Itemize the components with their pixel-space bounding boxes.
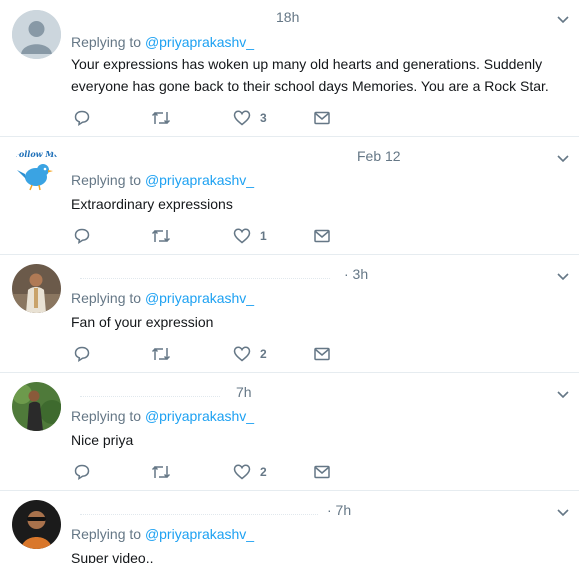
- reply-tweet[interactable]: · 3h Replying to @priyaprakashv_ Fan of …: [0, 255, 579, 373]
- replying-to-label: Replying to: [71, 408, 142, 424]
- reply-button[interactable]: [73, 108, 91, 128]
- replying-to: Replying to @priyaprakashv_: [71, 290, 254, 306]
- user-photo-icon: [12, 382, 61, 431]
- direct-message-icon: [314, 347, 330, 361]
- reply-icon: [74, 346, 90, 363]
- replying-to-label: Replying to: [71, 290, 142, 306]
- tweet-actions: 3: [71, 108, 371, 128]
- tweet-timestamp[interactable]: · 3h: [344, 266, 368, 282]
- direct-message-button[interactable]: [313, 226, 331, 246]
- reply-handle-link[interactable]: @priyaprakashv_: [145, 34, 254, 50]
- direct-message-icon: [314, 229, 330, 243]
- reply-tweet[interactable]: 7h Replying to @priyaprakashv_ Nice priy…: [0, 373, 579, 491]
- tweet-text: Your expressions has woken up many old h…: [71, 56, 549, 94]
- reply-handle-link[interactable]: @priyaprakashv_: [145, 408, 254, 424]
- like-button[interactable]: 1: [233, 226, 267, 246]
- user-photo-icon: [12, 264, 61, 313]
- direct-message-button[interactable]: [313, 462, 331, 482]
- reply-button[interactable]: [73, 226, 91, 246]
- replying-to: Replying to @priyaprakashv_: [71, 34, 254, 50]
- replying-to: Replying to @priyaprakashv_: [71, 172, 254, 188]
- retweet-button[interactable]: [151, 226, 171, 246]
- tweet-text: Super video..: [71, 550, 154, 563]
- retweet-button[interactable]: [151, 344, 171, 364]
- tweet-text: Extraordinary expressions: [71, 196, 233, 212]
- retweet-icon: [151, 465, 171, 479]
- replying-to-label: Replying to: [71, 34, 142, 50]
- heart-icon: [233, 228, 251, 244]
- follow-me-bird-avatar-icon: Follow Me: [12, 146, 61, 195]
- like-button[interactable]: 2: [233, 462, 267, 482]
- reply-tweet[interactable]: Follow Me Feb 12 Replying to @priyapraka…: [0, 137, 579, 255]
- heart-icon: [233, 464, 251, 480]
- reply-icon: [74, 228, 90, 245]
- tweet-actions: 1: [71, 226, 371, 246]
- like-count: 2: [260, 347, 267, 361]
- replying-to-label: Replying to: [71, 526, 142, 542]
- avatar[interactable]: [12, 500, 61, 549]
- default-avatar-icon: [12, 10, 61, 59]
- user-photo-icon: [12, 500, 61, 549]
- user-name-placeholder: [80, 503, 318, 515]
- like-count: 3: [260, 111, 267, 125]
- chevron-down-icon[interactable]: [555, 504, 571, 520]
- tweet-timestamp[interactable]: 18h: [276, 9, 299, 25]
- chevron-down-icon[interactable]: [555, 11, 571, 27]
- heart-icon: [233, 110, 251, 126]
- direct-message-button[interactable]: [313, 344, 331, 364]
- heart-icon: [233, 346, 251, 362]
- tweet-timestamp[interactable]: 7h: [236, 384, 252, 400]
- reply-handle-link[interactable]: @priyaprakashv_: [145, 290, 254, 306]
- tweet-text: Nice priya: [71, 432, 134, 448]
- reply-icon: [74, 464, 90, 481]
- tweet-text: Fan of your expression: [71, 314, 214, 330]
- user-name-placeholder: [80, 385, 220, 397]
- replying-to: Replying to @priyaprakashv_: [71, 526, 254, 542]
- retweet-icon: [151, 229, 171, 243]
- reply-tweet[interactable]: · 7h Replying to @priyaprakashv_ Super v…: [0, 491, 579, 563]
- like-count: 1: [260, 229, 267, 243]
- retweet-button[interactable]: [151, 462, 171, 482]
- reply-handle-link[interactable]: @priyaprakashv_: [145, 172, 254, 188]
- reply-icon: [74, 110, 90, 127]
- retweet-icon: [151, 347, 171, 361]
- tweet-actions: 2: [71, 462, 371, 482]
- reply-tweet[interactable]: 18h Replying to @priyaprakashv_ Your exp…: [0, 0, 579, 137]
- reply-handle-link[interactable]: @priyaprakashv_: [145, 526, 254, 542]
- retweet-icon: [151, 111, 171, 125]
- user-name-placeholder: [80, 267, 330, 279]
- reply-button[interactable]: [73, 462, 91, 482]
- reply-button[interactable]: [73, 344, 91, 364]
- chevron-down-icon[interactable]: [555, 386, 571, 402]
- retweet-button[interactable]: [151, 108, 171, 128]
- avatar-logo-text: Follow Me: [13, 149, 60, 159]
- like-button[interactable]: 2: [233, 344, 267, 364]
- replying-to: Replying to @priyaprakashv_: [71, 408, 254, 424]
- tweet-actions: 2: [71, 344, 371, 364]
- like-button[interactable]: 3: [233, 108, 267, 128]
- chevron-down-icon[interactable]: [555, 268, 571, 284]
- chevron-down-icon[interactable]: [555, 150, 571, 166]
- avatar[interactable]: [12, 264, 61, 313]
- avatar[interactable]: [12, 10, 61, 59]
- like-count: 2: [260, 465, 267, 479]
- tweet-timestamp[interactable]: Feb 12: [357, 148, 401, 164]
- direct-message-button[interactable]: [313, 108, 331, 128]
- direct-message-icon: [314, 111, 330, 125]
- tweet-timestamp[interactable]: · 7h: [327, 502, 351, 518]
- direct-message-icon: [314, 465, 330, 479]
- avatar[interactable]: Follow Me: [12, 146, 61, 195]
- avatar[interactable]: [12, 382, 61, 431]
- replying-to-label: Replying to: [71, 172, 142, 188]
